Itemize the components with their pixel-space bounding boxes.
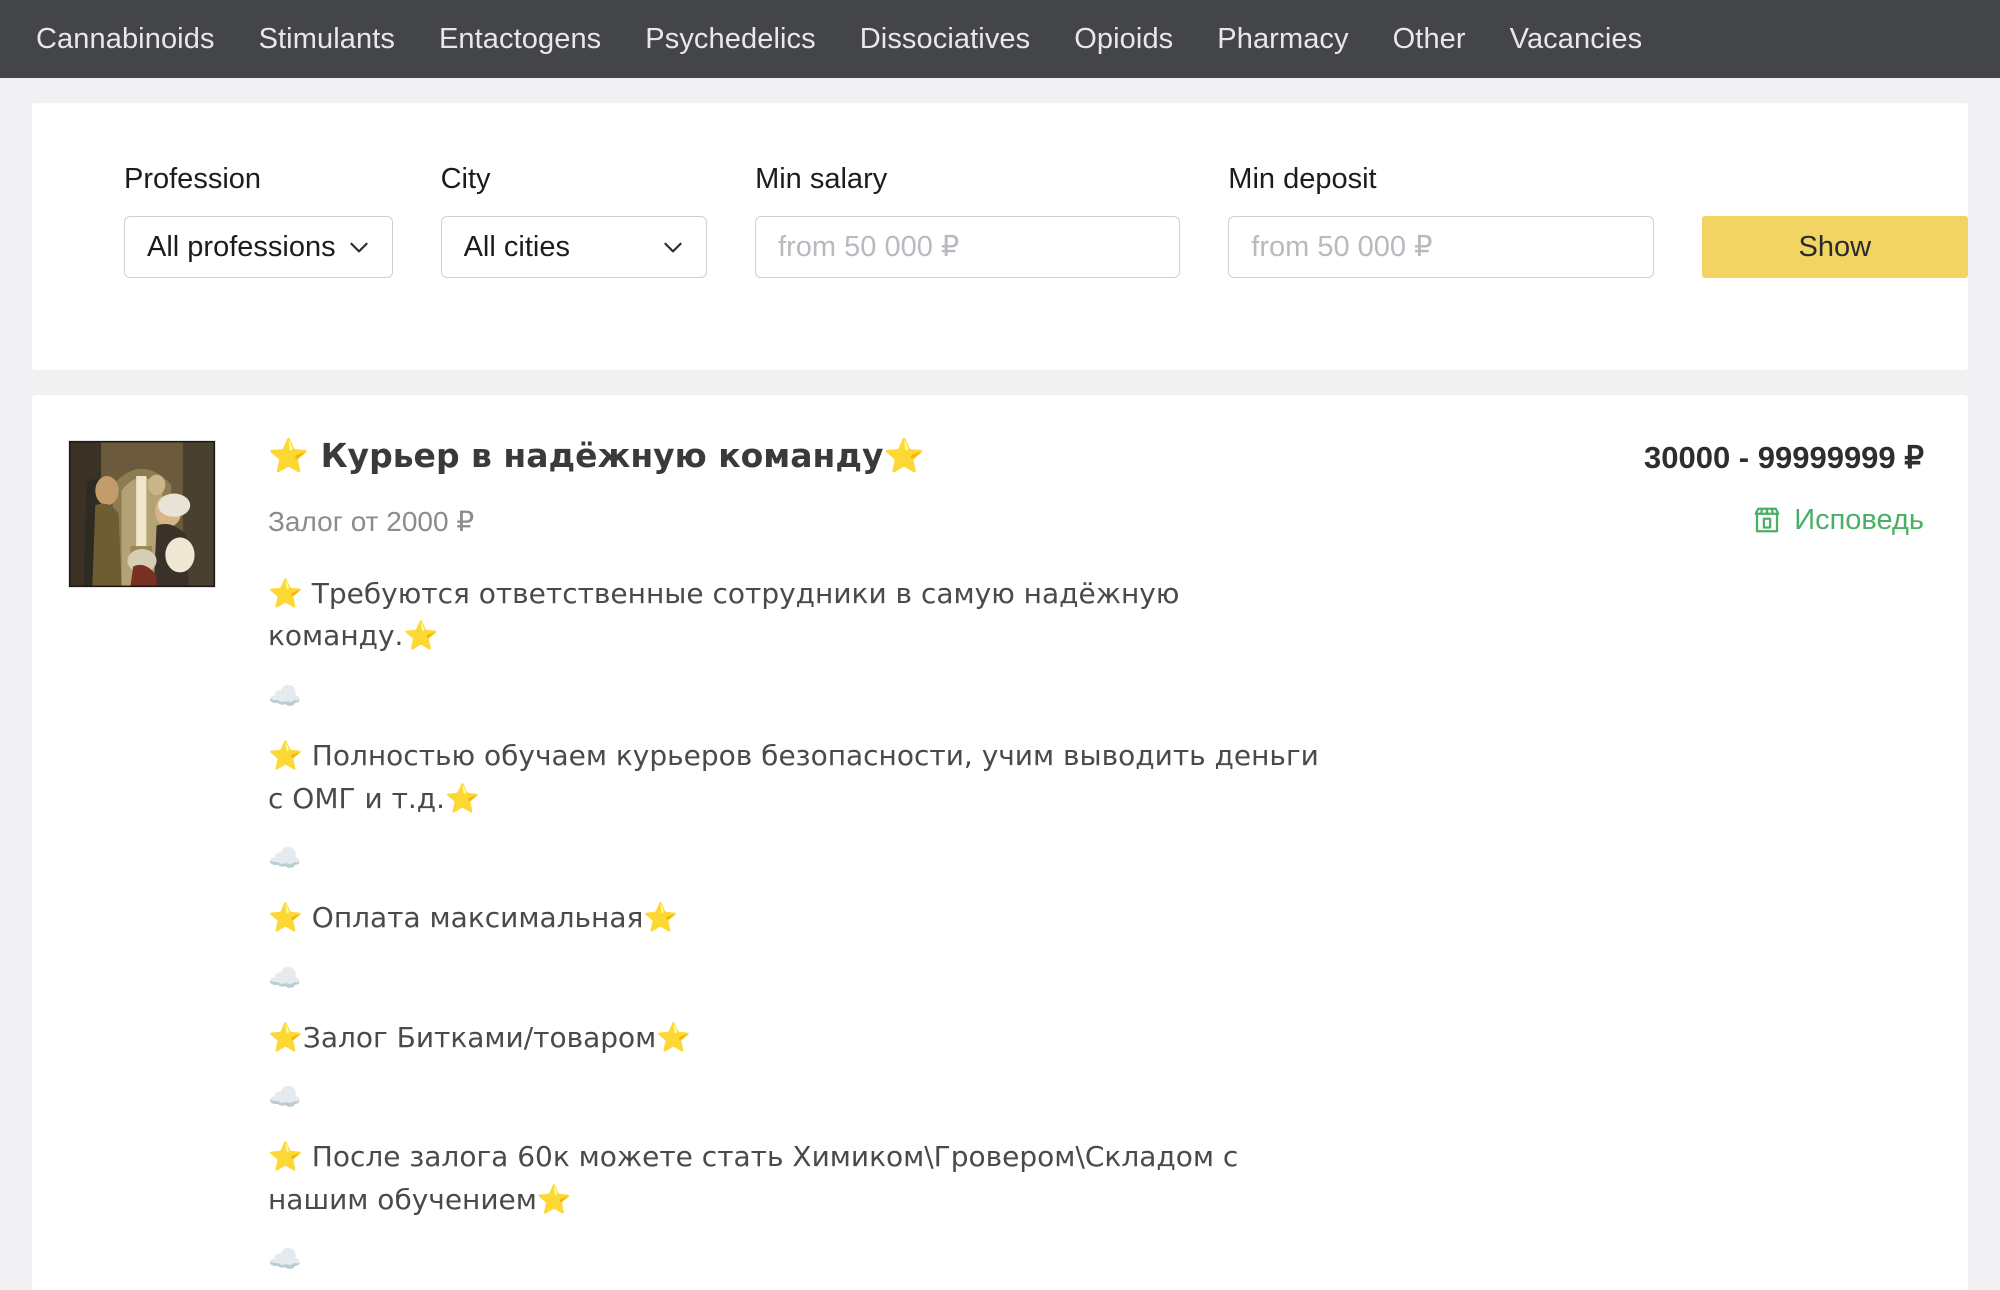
star-icon: ⭐ [268, 1140, 303, 1174]
star-icon: ⭐ [643, 901, 679, 935]
description-line: ⭐ Полностью обучаем курьеров безопасност… [268, 739, 1319, 815]
nav-item-psychedelics[interactable]: Psychedelics [623, 24, 837, 54]
filter-city: City All cities [440, 163, 708, 278]
listing-title[interactable]: ⭐ Курьер в надёжную команду⭐ [268, 435, 925, 476]
filter-min-salary-label: Min salary [755, 163, 888, 195]
description-separator: ☁️ [268, 1244, 302, 1276]
city-select[interactable]: All cities [440, 216, 708, 278]
shop-name: Исповедь [1794, 503, 1924, 536]
min-deposit-input[interactable] [1228, 216, 1654, 278]
nav-item-entactogens[interactable]: Entactogens [417, 24, 623, 54]
filter-panel: Profession All professions City All citi… [32, 103, 1968, 370]
filter-min-salary: Min salary [755, 163, 1181, 278]
description-separator: ☁️ [268, 1082, 302, 1114]
min-salary-input[interactable] [755, 216, 1181, 278]
nav-item-pharmacy[interactable]: Pharmacy [1195, 24, 1370, 54]
main-navigation: Cannabinoids Stimulants Entactogens Psyc… [0, 0, 2000, 78]
city-select-value: All cities [463, 232, 570, 262]
listing-subtitle-row: Залог от 2000 ₽ Исповедь [268, 505, 1924, 539]
star-icon: ⭐ [656, 1020, 692, 1054]
description-separator: ☁️ [268, 962, 302, 994]
listing-header: ⭐ Курьер в надёжную команду⭐ 30000 - 999… [68, 435, 1924, 1290]
description-line: ⭐ Требуются ответственные сотрудники в с… [268, 576, 1180, 653]
listing-content: ⭐ Курьер в надёжную команду⭐ 30000 - 999… [216, 435, 1924, 1290]
chevron-down-icon [346, 234, 372, 260]
star-icon: ⭐ [268, 436, 310, 475]
filter-submit: Show [1701, 165, 1968, 278]
nav-item-vacancies[interactable]: Vacancies [1488, 24, 1665, 54]
vacancy-listing-card: ⭐ Курьер в надёжную команду⭐ 30000 - 999… [32, 395, 1968, 1290]
show-button[interactable]: Show [1701, 216, 1968, 278]
listing-thumbnail[interactable] [68, 440, 216, 588]
listing-salary-range: 30000 - 99999999 ₽ [1643, 440, 1924, 475]
filter-min-deposit-label: Min deposit [1228, 163, 1377, 195]
profession-select[interactable]: All professions [124, 216, 393, 278]
star-icon: ⭐ [268, 901, 303, 935]
profession-select-value: All professions [147, 232, 336, 262]
shop-link[interactable]: Исповедь [1752, 505, 1924, 535]
star-icon: ⭐ [268, 576, 303, 610]
nav-item-other[interactable]: Other [1371, 24, 1488, 54]
description-line: ⭐ После залога 60к можете стать Химиком\… [268, 1140, 1239, 1216]
listing-description: ⭐ Требуются ответственные сотрудники в с… [268, 573, 1328, 1290]
star-icon: ⭐ [403, 619, 439, 653]
filter-profession-label: Profession [124, 163, 262, 195]
description-separator: ☁️ [268, 843, 302, 875]
star-icon: ⭐ [445, 781, 480, 815]
description-line: ⭐Залог Битками/товаром⭐ [268, 1020, 692, 1054]
filter-min-deposit: Min deposit [1228, 163, 1654, 278]
filter-city-label: City [440, 163, 491, 195]
description-separator: ☁️ [268, 680, 302, 712]
listing-deposit: Залог от 2000 ₽ [268, 506, 475, 538]
chevron-down-icon [660, 234, 686, 260]
nav-item-opioids[interactable]: Opioids [1052, 24, 1195, 54]
nav-item-cannabinoids[interactable]: Cannabinoids [14, 24, 237, 54]
filter-profession: Profession All professions [124, 165, 393, 278]
painting-image [69, 441, 215, 587]
nav-item-stimulants[interactable]: Stimulants [237, 24, 417, 54]
listing-title-row: ⭐ Курьер в надёжную команду⭐ 30000 - 999… [268, 435, 1924, 478]
star-icon: ⭐ [268, 1020, 303, 1054]
nav-item-dissociatives[interactable]: Dissociatives [838, 24, 1053, 54]
star-icon: ⭐ [268, 739, 303, 773]
storefront-icon [1752, 505, 1782, 535]
star-icon: ⭐ [883, 436, 925, 475]
star-icon: ⭐ [536, 1182, 572, 1216]
description-line: ⭐ Оплата максимальная⭐ [268, 901, 679, 935]
